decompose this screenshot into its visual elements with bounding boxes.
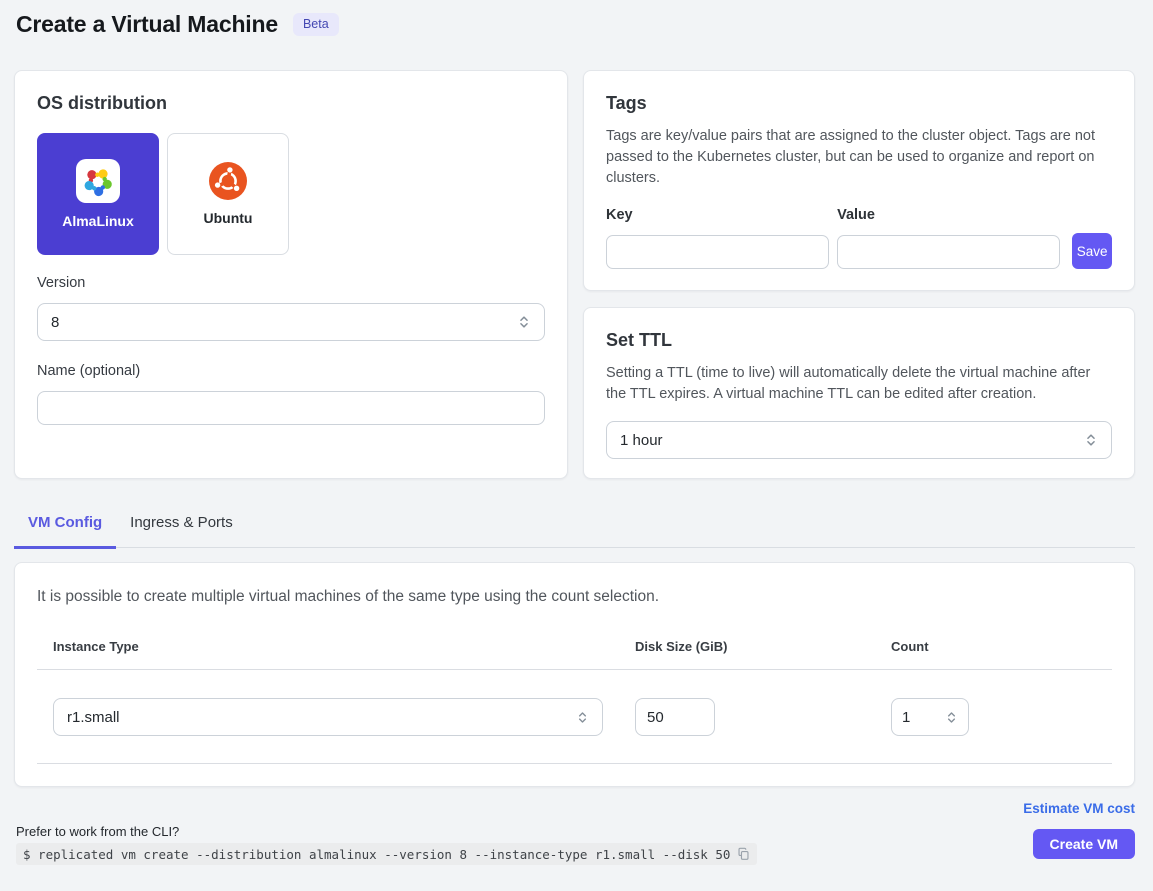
cli-prompt-label: Prefer to work from the CLI? [16, 824, 179, 839]
instance-table-row: r1.small 1 [37, 670, 1112, 764]
create-vm-button[interactable]: Create VM [1033, 829, 1135, 859]
tag-key-input[interactable] [606, 235, 829, 269]
cli-command-box: $ replicated vm create --distribution al… [16, 843, 757, 865]
cli-command-text: $ replicated vm create --distribution al… [23, 847, 730, 862]
vm-name-label: Name (optional) [37, 363, 545, 379]
col-count: Count [891, 639, 1112, 654]
vm-name-input[interactable] [37, 391, 545, 425]
os-options: AlmaLinux Ubuntu [37, 133, 545, 255]
chevron-updown-icon [945, 711, 958, 724]
instance-table-header: Instance Type Disk Size (GiB) Count [37, 639, 1112, 670]
chevron-updown-icon [517, 315, 531, 329]
beta-badge: Beta [293, 13, 339, 36]
version-select[interactable]: 8 [37, 303, 545, 341]
copy-icon[interactable] [737, 847, 750, 861]
col-instance-type: Instance Type [37, 639, 619, 654]
ttl-card-description: Setting a TTL (time to live) will automa… [606, 363, 1112, 405]
ubuntu-icon [209, 162, 247, 200]
count-stepper[interactable]: 1 [891, 698, 969, 736]
tag-value-input[interactable] [837, 235, 1060, 269]
os-distribution-card: OS distribution AlmaLinux [14, 70, 568, 479]
ttl-select-value: 1 hour [620, 432, 663, 449]
tab-bar: VM Config Ingress & Ports [14, 506, 1135, 548]
os-card-title: OS distribution [37, 93, 545, 114]
col-disk-size: Disk Size (GiB) [619, 639, 891, 654]
page-title: Create a Virtual Machine [16, 11, 278, 38]
chevron-updown-icon [576, 711, 589, 724]
ttl-card: Set TTL Setting a TTL (time to live) wil… [583, 307, 1135, 479]
version-label: Version [37, 275, 545, 291]
vm-config-description: It is possible to create multiple virtua… [37, 588, 1112, 606]
tags-card-title: Tags [606, 93, 1112, 114]
count-value: 1 [902, 709, 910, 726]
save-tag-button[interactable]: Save [1072, 233, 1112, 269]
os-option-almalinux[interactable]: AlmaLinux [37, 133, 159, 255]
os-option-label: AlmaLinux [62, 213, 134, 229]
instance-type-value: r1.small [67, 709, 120, 726]
os-option-ubuntu[interactable]: Ubuntu [167, 133, 289, 255]
tab-ingress-ports[interactable]: Ingress & Ports [116, 506, 247, 549]
tab-vm-config[interactable]: VM Config [14, 506, 116, 549]
chevron-updown-icon [1084, 433, 1098, 447]
os-option-label: Ubuntu [204, 210, 253, 226]
tag-key-label: Key [606, 207, 829, 223]
vm-config-card: It is possible to create multiple virtua… [14, 562, 1135, 787]
ttl-card-title: Set TTL [606, 330, 1112, 351]
estimate-vm-cost-link[interactable]: Estimate VM cost [1023, 801, 1135, 816]
instance-type-select[interactable]: r1.small [53, 698, 603, 736]
ttl-select[interactable]: 1 hour [606, 421, 1112, 459]
tags-card: Tags Tags are key/value pairs that are a… [583, 70, 1135, 291]
tag-value-label: Value [837, 207, 1060, 223]
disk-size-input[interactable] [635, 698, 715, 736]
tags-form-row: Key Value Save [606, 207, 1112, 269]
tags-card-description: Tags are key/value pairs that are assign… [606, 126, 1112, 189]
page-header: Create a Virtual Machine Beta [16, 11, 339, 38]
version-select-value: 8 [51, 314, 59, 331]
almalinux-icon [76, 159, 120, 203]
